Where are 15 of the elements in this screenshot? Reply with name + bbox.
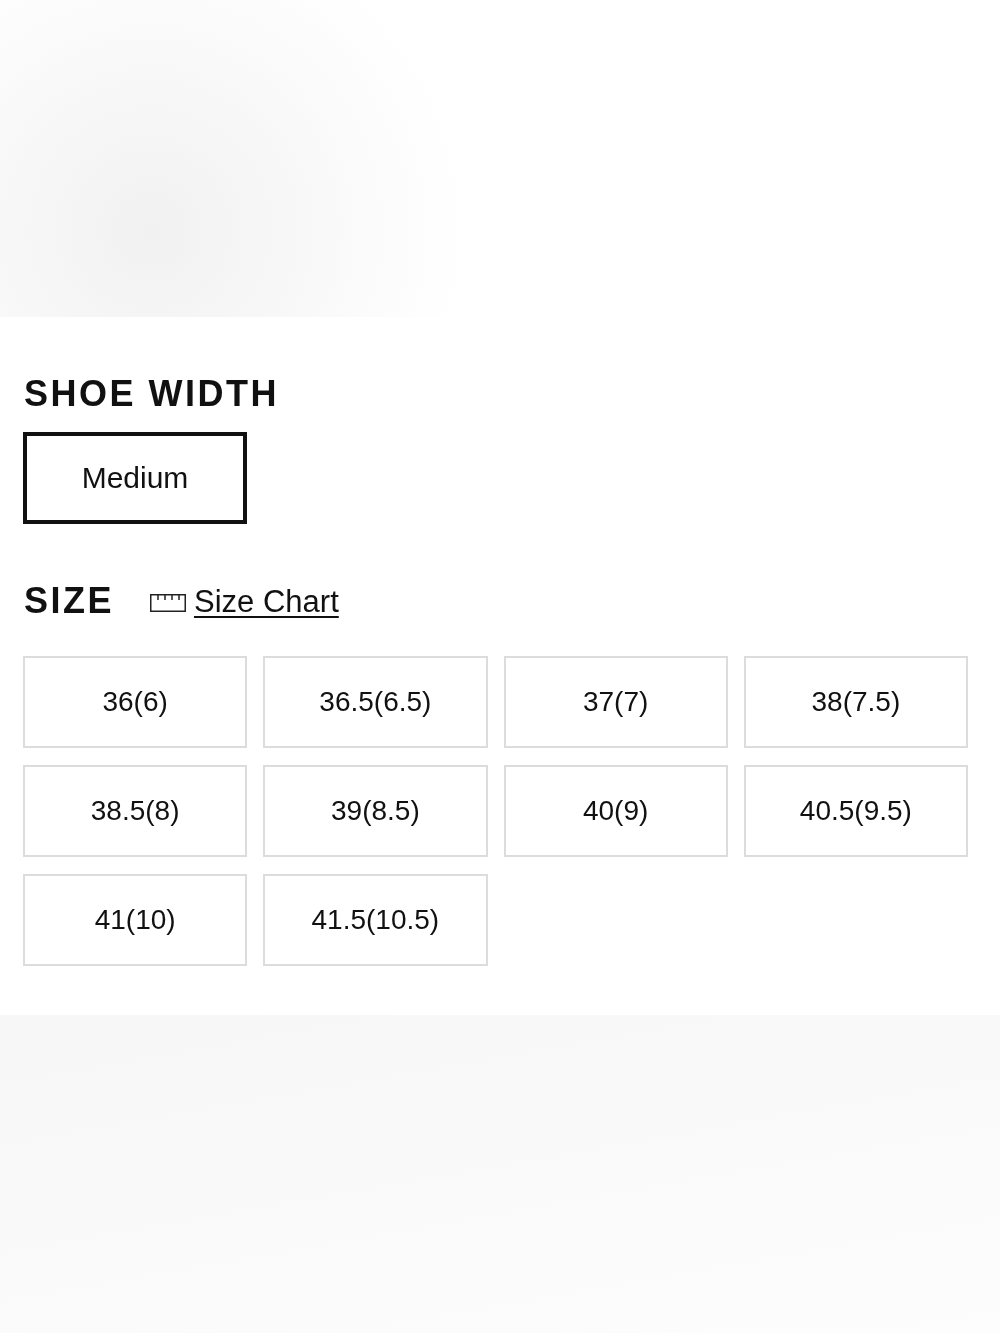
size-option[interactable]: 40.5(9.5) — [743, 765, 968, 857]
size-chart-link[interactable]: Size Chart — [150, 585, 339, 617]
size-option[interactable]: 41(10) — [23, 874, 248, 966]
size-option[interactable]: 37(7) — [503, 656, 728, 748]
size-option[interactable]: 38.5(8) — [23, 765, 248, 857]
size-option[interactable]: 38(7.5) — [743, 656, 968, 748]
size-option[interactable]: 39(8.5) — [263, 765, 488, 857]
width-option[interactable]: Medium — [23, 432, 247, 524]
size-option[interactable]: 40(9) — [503, 765, 728, 857]
shoe-width-heading: SHOE WIDTH — [24, 376, 279, 412]
ruler-icon — [150, 594, 186, 612]
size-option[interactable]: 36.5(6.5) — [263, 656, 488, 748]
size-option[interactable]: 41.5(10.5) — [263, 874, 488, 966]
size-heading: SIZE — [24, 583, 114, 619]
size-option[interactable]: 36(6) — [23, 656, 248, 748]
